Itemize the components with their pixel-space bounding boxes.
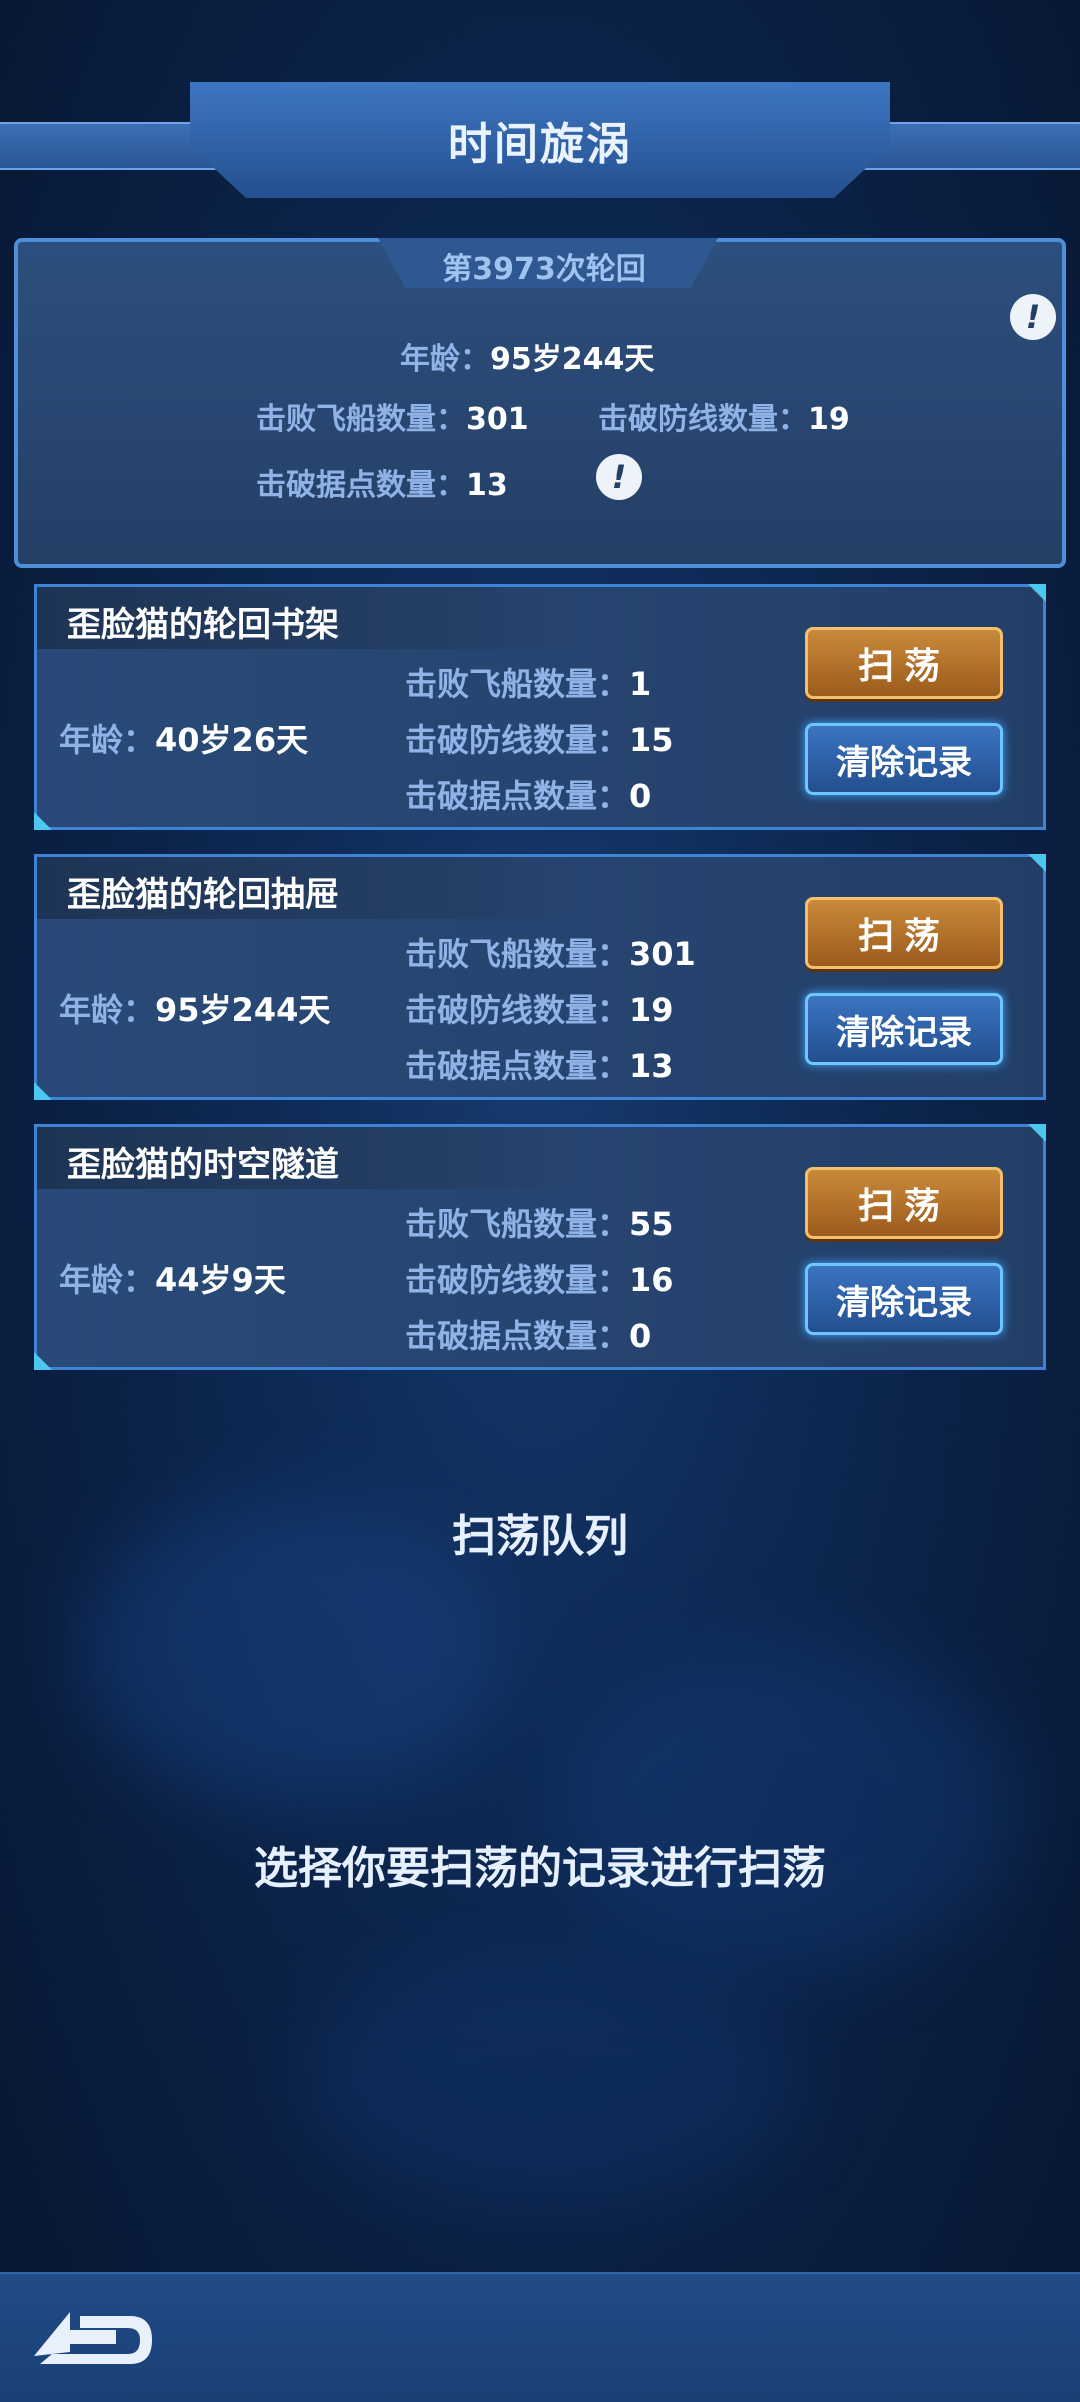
sweep-queue-title: 扫荡队列 [452, 1511, 628, 1562]
sweep-button[interactable]: 扫荡 [805, 1167, 1003, 1239]
record-bases-label: 击破据点数量： [405, 777, 630, 815]
round-counter: 第3973次轮回 [442, 252, 646, 287]
record-age-value: 40岁26天 [155, 721, 309, 759]
bottom-bar [0, 2272, 1080, 2402]
record-age-label: 年龄： [59, 991, 156, 1029]
record-card: 歪脸猫的轮回书架 年龄：40岁26天 击败飞船数量：1 击破防线数量：15 击破… [34, 584, 1046, 830]
exclamation-icon[interactable]: ! [1010, 294, 1056, 340]
sweep-queue-hint: 选择你要扫荡的记录进行扫荡 [254, 1843, 826, 1894]
record-lines-label: 击破防线数量： [405, 991, 630, 1029]
record-ships-label: 击败飞船数量： [405, 935, 630, 973]
record-card: 歪脸猫的轮回抽屉 年龄：95岁244天 击败飞船数量：301 击破防线数量：19… [34, 854, 1046, 1100]
back-arrow-icon[interactable] [30, 2298, 160, 2378]
record-title: 歪脸猫的轮回抽屉 [67, 875, 339, 915]
record-title: 歪脸猫的时空隧道 [67, 1145, 339, 1185]
record-lines: 击破防线数量：19 [405, 985, 674, 1031]
summary-age-label: 年龄： [400, 342, 490, 377]
record-age-label: 年龄： [59, 1261, 156, 1299]
record-lines-label: 击破防线数量： [405, 1261, 630, 1299]
record-lines-value: 16 [629, 1261, 674, 1299]
summary-ships-value: 301 [466, 402, 529, 437]
record-lines: 击破防线数量：16 [405, 1255, 674, 1301]
clear-record-button[interactable]: 清除记录 [805, 1263, 1003, 1335]
record-bases: 击破据点数量：0 [405, 1311, 651, 1357]
summary-bases: 击破据点数量：13 [256, 460, 508, 504]
record-card: 歪脸猫的时空隧道 年龄：44岁9天 击败飞船数量：55 击破防线数量：16 击破… [34, 1124, 1046, 1370]
record-bases-value: 0 [629, 1317, 652, 1355]
record-bases: 击破据点数量：13 [405, 1041, 674, 1087]
summary-lines-value: 19 [808, 402, 850, 437]
record-lines-value: 15 [629, 721, 674, 759]
summary-lines: 击破防线数量：19 [598, 394, 850, 438]
exclamation-icon[interactable]: ! [596, 454, 642, 500]
record-age: 年龄：40岁26天 [59, 715, 308, 761]
summary-panel: 第3973次轮回 年龄：95岁244天 击败飞船数量：301 击破防线数量：19… [14, 238, 1066, 568]
record-title: 歪脸猫的轮回书架 [67, 605, 339, 645]
record-ships-value: 1 [629, 665, 652, 703]
summary-age: 年龄：95岁244天 [400, 334, 654, 378]
record-bases-label: 击破据点数量： [405, 1317, 630, 1355]
background-glow [300, 1950, 800, 2210]
record-lines: 击破防线数量：15 [405, 715, 674, 761]
record-bases-value: 0 [629, 777, 652, 815]
clear-record-button[interactable]: 清除记录 [805, 993, 1003, 1065]
summary-age-value: 95岁244天 [490, 342, 655, 377]
sweep-button[interactable]: 扫荡 [805, 897, 1003, 969]
background-glow [560, 1650, 1020, 1970]
record-bases-label: 击破据点数量： [405, 1047, 630, 1085]
summary-bases-value: 13 [466, 468, 508, 503]
record-ships-label: 击败飞船数量： [405, 1205, 630, 1243]
record-ships: 击败飞船数量：301 [405, 929, 696, 975]
record-age-value: 95岁244天 [155, 991, 331, 1029]
record-bases-value: 13 [629, 1047, 674, 1085]
sweep-button[interactable]: 扫荡 [805, 627, 1003, 699]
record-age-value: 44岁9天 [155, 1261, 286, 1299]
record-ships-value: 55 [629, 1205, 674, 1243]
record-bases: 击破据点数量：0 [405, 771, 651, 817]
summary-lines-label: 击破防线数量： [598, 402, 808, 437]
record-ships-value: 301 [629, 935, 696, 973]
record-age-label: 年龄： [59, 721, 156, 759]
clear-record-button[interactable]: 清除记录 [805, 723, 1003, 795]
record-ships: 击败飞船数量：55 [405, 1199, 674, 1245]
summary-ships: 击败飞船数量：301 [256, 394, 529, 438]
record-age: 年龄：44岁9天 [59, 1255, 286, 1301]
page-header: 时间旋涡 [0, 82, 1080, 198]
record-lines-label: 击破防线数量： [405, 721, 630, 759]
record-ships: 击败飞船数量：1 [405, 659, 651, 705]
summary-ships-label: 击败飞船数量： [256, 402, 466, 437]
record-age: 年龄：95岁244天 [59, 985, 330, 1031]
record-lines-value: 19 [629, 991, 674, 1029]
page-title: 时间旋涡 [448, 119, 632, 170]
record-ships-label: 击败飞船数量： [405, 665, 630, 703]
summary-bases-label: 击破据点数量： [256, 468, 466, 503]
